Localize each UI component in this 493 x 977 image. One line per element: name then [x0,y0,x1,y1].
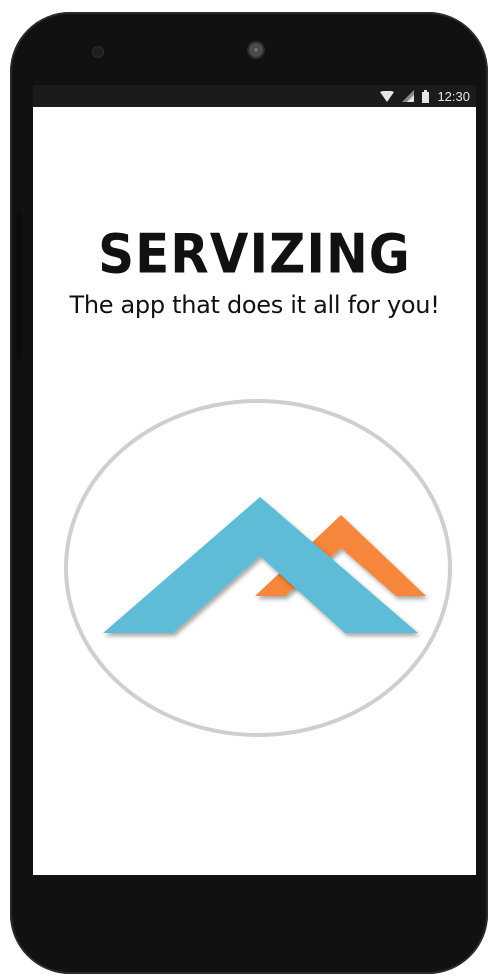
wifi-icon [380,90,395,102]
house-roof-logo-icon [64,399,452,737]
signal-icon [402,90,415,102]
app-title: SERVIZING [98,222,411,286]
app-tagline: The app that does it all for you! [69,291,440,319]
app-logo [63,397,453,739]
earpiece-speaker-icon [247,41,265,59]
side-button [16,212,22,360]
status-bar: 12:30 [33,85,476,107]
app-screen: 12:30 SERVIZING The app that does it all… [33,85,476,875]
battery-icon [422,89,430,103]
status-time: 12:30 [437,88,470,104]
phone-frame: 12:30 SERVIZING The app that does it all… [10,12,488,974]
device-frame-stage: 12:30 SERVIZING The app that does it all… [0,0,493,977]
front-camera-icon [93,47,103,57]
